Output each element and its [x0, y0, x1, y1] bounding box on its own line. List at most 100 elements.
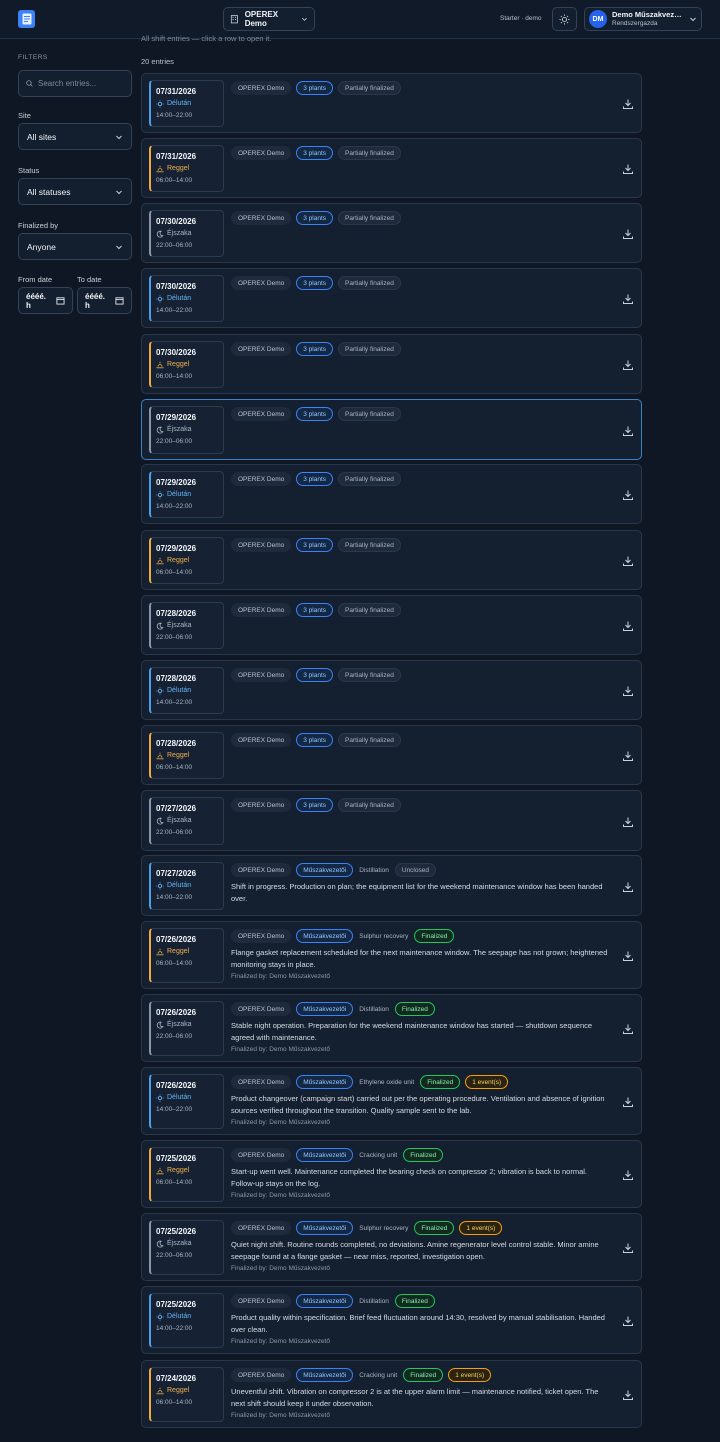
entry-row[interactable]: 07/29/2026 Délután 14:00–22:00 OPEREX Demo 3…: [141, 464, 642, 524]
entry-row[interactable]: 07/27/2026 Éjszaka 22:00–06:00 OPEREX Demo 3…: [141, 790, 642, 851]
download-icon[interactable]: [622, 620, 634, 632]
download-icon[interactable]: [622, 1023, 634, 1035]
shift-label: Éjszaka: [167, 426, 192, 433]
moon-icon: [156, 622, 164, 630]
theme-toggle-button[interactable]: [552, 7, 577, 31]
shift-date-box: 07/27/2026 Délután 14:00–22:00: [149, 862, 224, 910]
shift-time: 22:00–06:00: [156, 829, 193, 836]
to-date-label: To date: [77, 275, 102, 284]
entry-tags: OPEREX Demo 3 plants Partially finalized: [231, 146, 401, 160]
entry-row[interactable]: 07/25/2026 Reggel 06:00–14:00 OPEREX Demo Mű…: [141, 1140, 642, 1208]
shift-date: 07/28/2026: [156, 739, 197, 748]
user-name: Demo Műszakvez…: [612, 10, 682, 19]
shift-name: Reggel: [156, 360, 223, 370]
shift-label: Délután: [167, 100, 192, 107]
entry-tags: OPEREX Demo 3 plants Partially finalized: [231, 407, 401, 421]
status-badge: Partially finalized: [338, 276, 401, 290]
finalized-filter-select[interactable]: Anyone: [18, 233, 132, 260]
shift-date-box: 07/26/2026 Délután 14:00–22:00: [149, 1074, 224, 1129]
search-input[interactable]: [38, 79, 124, 88]
download-icon[interactable]: [622, 1169, 634, 1181]
entry-row[interactable]: 07/24/2026 Reggel 06:00–14:00 OPEREX Demo Mű…: [141, 1360, 642, 1428]
download-icon[interactable]: [622, 816, 634, 828]
download-icon[interactable]: [622, 1242, 634, 1254]
entry-tags: OPEREX Demo 3 plants Partially finalized: [231, 538, 401, 552]
download-icon[interactable]: [622, 163, 634, 175]
download-icon[interactable]: [622, 555, 634, 567]
shift-label: Éjszaka: [167, 230, 192, 237]
entry-row[interactable]: 07/25/2026 Éjszaka 22:00–06:00 OPEREX Demo M…: [141, 1213, 642, 1281]
entry-row[interactable]: 07/28/2026 Éjszaka 22:00–06:00 OPEREX Demo 3…: [141, 595, 642, 655]
download-icon[interactable]: [622, 489, 634, 501]
site-filter-select[interactable]: All sites: [18, 123, 132, 150]
search-box[interactable]: [18, 70, 132, 97]
site-tag: OPEREX Demo: [231, 342, 292, 356]
entry-row[interactable]: 07/25/2026 Délután 14:00–22:00 OPEREX Demo M…: [141, 1286, 642, 1354]
shift-time: 06:00–14:00: [156, 569, 193, 576]
status-filter-select[interactable]: All statuses: [18, 178, 132, 205]
status-badge: Partially finalized: [338, 407, 401, 421]
shift-date: 07/28/2026: [156, 674, 197, 683]
scope-tag: 3 plants: [296, 211, 334, 225]
entry-row[interactable]: 07/28/2026 Délután 14:00–22:00 OPEREX Demo 3…: [141, 660, 642, 720]
download-icon[interactable]: [622, 425, 634, 437]
shift-date-box: 07/29/2026 Délután 14:00–22:00: [149, 471, 224, 518]
download-icon[interactable]: [622, 359, 634, 371]
finalized-filter-label: Finalized by: [18, 221, 59, 230]
site-selector[interactable]: OPEREX Demo: [223, 7, 315, 31]
sunrise-icon: [156, 948, 164, 956]
download-icon[interactable]: [622, 1389, 634, 1401]
status-badge: Partially finalized: [338, 733, 401, 747]
entry-row[interactable]: 07/30/2026 Reggel 06:00–14:00 OPEREX Demo 3 …: [141, 334, 642, 394]
shift-time: 22:00–06:00: [156, 438, 193, 445]
shift-date: 07/27/2026: [156, 804, 197, 813]
finalized-by: Finalized by: Demo Műszakvezető: [231, 1192, 330, 1199]
entry-row[interactable]: 07/31/2026 Délután 14:00–22:00 OPEREX Demo 3…: [141, 73, 642, 133]
unit-label: Distillation: [359, 1297, 389, 1305]
download-icon[interactable]: [622, 1315, 634, 1327]
entry-row[interactable]: 07/31/2026 Reggel 06:00–14:00 OPEREX Demo 3 …: [141, 138, 642, 198]
download-icon[interactable]: [622, 293, 634, 305]
entry-summary: Product changeover (campaign start) carr…: [231, 1094, 605, 1115]
download-icon[interactable]: [622, 881, 634, 893]
entry-tags: OPEREX Demo Műszakvezetői Ethylene oxide u…: [231, 1075, 509, 1089]
download-icon[interactable]: [622, 750, 634, 762]
shift-date: 07/29/2026: [156, 413, 197, 422]
entry-row[interactable]: 07/28/2026 Reggel 06:00–14:00 OPEREX Demo 3 …: [141, 725, 642, 785]
entry-tags: OPEREX Demo 3 plants Partially finalized: [231, 276, 401, 290]
user-role: Rendszergazda: [612, 20, 658, 27]
entry-row[interactable]: 07/26/2026 Reggel 06:00–14:00 OPEREX Demo Mű…: [141, 921, 642, 989]
entry-row[interactable]: 07/30/2026 Éjszaka 22:00–06:00 OPEREX Demo 3…: [141, 203, 642, 263]
status-filter-label: Status: [18, 166, 40, 175]
shift-date: 07/26/2026: [156, 935, 197, 944]
download-icon[interactable]: [622, 1096, 634, 1108]
shift-label: Délután: [167, 1313, 192, 1320]
shift-label: Reggel: [167, 557, 190, 564]
download-icon[interactable]: [622, 228, 634, 240]
shift-date: 07/24/2026: [156, 1374, 197, 1383]
app-logo-icon[interactable]: [18, 10, 35, 28]
download-icon[interactable]: [622, 98, 634, 110]
download-icon[interactable]: [622, 950, 634, 962]
scope-tag: 3 plants: [296, 603, 334, 617]
from-date-input[interactable]: éééé. h: [18, 287, 73, 314]
shift-time: 06:00–14:00: [156, 1399, 193, 1406]
shift-time: 22:00–06:00: [156, 1033, 193, 1040]
entry-row[interactable]: 07/29/2026 Éjszaka 22:00–06:00 OPEREX Demo 3…: [141, 399, 642, 460]
to-date-input[interactable]: éééé. h: [77, 287, 132, 314]
entry-summary: Product quality within specification. Br…: [231, 1313, 605, 1334]
sun-icon: [156, 295, 164, 303]
download-icon[interactable]: [622, 685, 634, 697]
entry-row[interactable]: 07/26/2026 Éjszaka 22:00–06:00 OPEREX Demo M…: [141, 994, 642, 1062]
entry-row[interactable]: 07/30/2026 Délután 14:00–22:00 OPEREX Demo 3…: [141, 268, 642, 328]
status-badge: Finalized: [403, 1368, 444, 1382]
status-badge: Finalized: [414, 1221, 455, 1235]
entry-row[interactable]: 07/27/2026 Délután 14:00–22:00 OPEREX Demo M…: [141, 855, 642, 916]
shift-date-box: 07/31/2026 Reggel 06:00–14:00: [149, 145, 224, 192]
shift-date-box: 07/28/2026 Reggel 06:00–14:00: [149, 732, 224, 779]
entry-row[interactable]: 07/29/2026 Reggel 06:00–14:00 OPEREX Demo 3 …: [141, 530, 642, 590]
status-badge: Partially finalized: [338, 798, 401, 812]
user-menu-button[interactable]: DM Demo Műszakvez… Rendszergazda: [584, 7, 702, 31]
entry-row[interactable]: 07/26/2026 Délután 14:00–22:00 OPEREX Demo M…: [141, 1067, 642, 1135]
shift-date: 07/25/2026: [156, 1154, 197, 1163]
